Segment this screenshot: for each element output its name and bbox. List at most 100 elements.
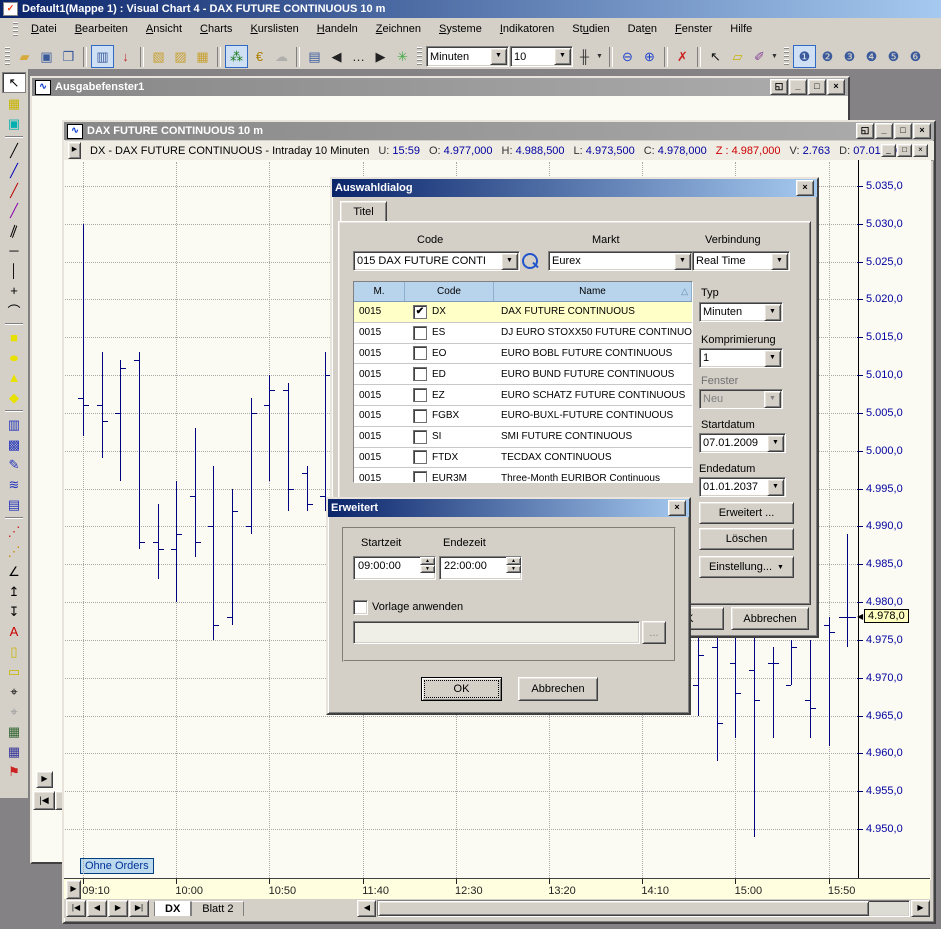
erweitert-close-button[interactable]: × xyxy=(668,500,686,516)
hscroll-right-button[interactable]: ▶ xyxy=(911,900,930,917)
nav-right-icon[interactable]: ▶ xyxy=(370,46,391,67)
menu-grip[interactable] xyxy=(13,22,18,36)
table-row-es[interactable]: 0015ESDJ EURO STOXX50 FUTURE CONTINUOUS xyxy=(354,323,692,344)
parallel-lines-tool-icon[interactable]: ∥ xyxy=(0,218,27,243)
code-combo[interactable]: 015 DAX FUTURE CONTI ▼ xyxy=(353,251,520,271)
hscroll-left-button[interactable]: ◀ xyxy=(357,900,376,917)
row-checkbox[interactable] xyxy=(413,367,427,381)
open-icon[interactable]: ▰ xyxy=(14,46,35,67)
open-workspace-icon[interactable]: ▨ xyxy=(170,46,191,67)
row-checkbox[interactable] xyxy=(413,346,427,360)
row-checkbox[interactable]: ✔ xyxy=(413,305,427,319)
sheet-tab-blatt-2[interactable]: Blatt 2 xyxy=(191,901,244,916)
horizontal-line-tool-icon[interactable]: ─ xyxy=(3,241,25,260)
symbols-table-header[interactable]: M. Code Name △ xyxy=(354,282,692,302)
open-table-icon[interactable]: ▦ xyxy=(192,46,213,67)
table-row-si[interactable]: 0015SISMI FUTURE CONTINUOUS xyxy=(354,427,692,448)
auswahl-abbrechen-button[interactable]: Abbrechen xyxy=(731,607,809,630)
endedatum-combo[interactable]: 01.01.2037 ▼ xyxy=(699,477,786,497)
box-shape-tool-icon[interactable]: ▣ xyxy=(3,114,25,133)
compression-combo-arrow[interactable]: ▼ xyxy=(554,48,571,65)
window-2-icon[interactable]: ❷ xyxy=(817,46,838,67)
diamond-tool-icon[interactable]: ◆ xyxy=(3,388,25,407)
hscroll-track[interactable] xyxy=(377,900,910,917)
pointer-label-icon[interactable]: ▱ xyxy=(727,46,748,67)
vertical-line-tool-icon[interactable]: │ xyxy=(3,261,25,280)
fan-tool-icon[interactable]: ≋ xyxy=(3,475,25,494)
window-1-icon[interactable]: ❶ xyxy=(793,45,816,68)
komprimierung-combo-arrow[interactable]: ▼ xyxy=(764,350,781,367)
table-row-eur3m[interactable]: 0015EUR3MThree-Month EURIBOR Continuous xyxy=(354,468,692,483)
minimize-button[interactable]: _ xyxy=(875,123,893,139)
hscroll-thumb[interactable] xyxy=(378,901,868,916)
endezeit-spinner[interactable]: 22:00:00 ▲▼ xyxy=(439,556,522,580)
flag-tool-icon[interactable]: ⚑ xyxy=(3,762,25,781)
save-icon[interactable]: ▣ xyxy=(36,46,57,67)
menu-item-systeme[interactable]: Systeme xyxy=(431,20,490,38)
zoom-area-tool-icon[interactable]: ⌖ xyxy=(3,682,25,701)
pointer-tool-icon[interactable]: ↖ xyxy=(2,72,26,93)
maximize-button[interactable]: □ xyxy=(808,79,826,95)
loeschen-button[interactable]: Löschen xyxy=(699,528,794,550)
pointer-icon[interactable]: ↖ xyxy=(705,46,726,67)
komprimierung-combo[interactable]: 1 ▼ xyxy=(699,348,783,368)
dotted-trend-tool-icon[interactable]: ⋰ xyxy=(3,522,25,541)
window-5-icon[interactable]: ❺ xyxy=(883,46,904,67)
menu-item-studien[interactable]: Studien xyxy=(564,20,617,38)
typ-combo[interactable]: Minuten ▼ xyxy=(699,302,783,322)
minimize-button[interactable]: _ xyxy=(789,79,807,95)
endezeit-up-button[interactable]: ▲ xyxy=(506,557,521,565)
copy-chart-tool-icon[interactable]: ▦ xyxy=(3,722,25,741)
close-button[interactable]: × xyxy=(913,144,928,157)
copy-chart2-tool-icon[interactable]: ▦ xyxy=(3,742,25,761)
startdatum-combo-arrow[interactable]: ▼ xyxy=(767,435,784,452)
tab-nav-2[interactable]: ▶ xyxy=(108,900,128,917)
menu-item-fenster[interactable]: Fenster xyxy=(667,20,720,38)
link-tool-icon[interactable]: ✳ xyxy=(392,46,413,67)
row-checkbox[interactable] xyxy=(413,430,427,444)
menu-item-zeichnen[interactable]: Zeichnen xyxy=(368,20,429,38)
new-chart-icon[interactable]: ▥ xyxy=(91,45,114,68)
markt-combo[interactable]: Eurex ▼ xyxy=(548,251,693,271)
startdatum-combo[interactable]: 07.01.2009 ▼ xyxy=(699,433,786,453)
menu-item-indikatoren[interactable]: Indikatoren xyxy=(492,20,562,38)
tab-nav-1[interactable]: ◀ xyxy=(87,900,107,917)
properties-icon[interactable]: ▤ xyxy=(304,46,325,67)
compression-combo[interactable]: 10▼ xyxy=(510,46,573,67)
startzeit-down-button[interactable]: ▼ xyxy=(420,565,435,573)
text-tool-icon[interactable]: A xyxy=(3,622,25,641)
window-3-icon[interactable]: ❸ xyxy=(839,46,860,67)
table-row-eo[interactable]: 0015EOEURO BOBL FUTURE CONTINUOUS xyxy=(354,344,692,365)
window-6-icon[interactable]: ❻ xyxy=(905,46,926,67)
menu-item-bearbeiten[interactable]: Bearbeiten xyxy=(67,20,136,38)
symbols-table[interactable]: M. Code Name △ 0015✔DXDAX FUTURE CONTINU… xyxy=(353,281,693,483)
typ-combo-arrow[interactable]: ▼ xyxy=(764,304,781,321)
notes-box-tool-icon[interactable]: ▤ xyxy=(3,495,25,514)
output-scroll-right-button[interactable]: ▶ xyxy=(36,771,53,788)
table-row-dx[interactable]: 0015✔DXDAX FUTURE CONTINUOUS xyxy=(354,302,692,323)
erweitert-ok-button[interactable]: OK xyxy=(421,677,502,701)
browse-button[interactable]: ... xyxy=(642,621,666,644)
arrow-up-tool-icon[interactable]: ↥ xyxy=(3,582,25,601)
key-euro-icon[interactable]: € xyxy=(249,46,270,67)
save-all-icon[interactable]: ❒ xyxy=(58,46,79,67)
table-row-ftdx[interactable]: 0015FTDXTECDAX CONTINUOUS xyxy=(354,448,692,469)
template-input[interactable] xyxy=(353,621,640,644)
horizontal-zone-tool-icon[interactable]: ▭ xyxy=(3,662,25,681)
menu-item-charts[interactable]: Charts xyxy=(192,20,240,38)
output-scroll-first-button[interactable]: |◀ xyxy=(33,791,55,810)
code-combo-arrow[interactable]: ▼ xyxy=(501,253,518,270)
dotted-multi-tool-icon[interactable]: ⋰ xyxy=(3,542,25,561)
bar-style-icon[interactable]: ╫ xyxy=(574,46,595,67)
window-4-icon[interactable]: ❹ xyxy=(861,46,882,67)
tab-nav-0[interactable]: |◀ xyxy=(66,900,86,917)
row-checkbox[interactable] xyxy=(413,326,427,340)
erweitert-button[interactable]: Erweitert ... xyxy=(699,502,794,524)
verbindung-combo-arrow[interactable]: ▼ xyxy=(771,253,788,270)
trendline-blue-tool-icon[interactable]: ╱ xyxy=(3,161,25,180)
auswahl-close-button[interactable]: × xyxy=(796,180,814,196)
two-bars-tool-icon[interactable]: ▥ xyxy=(3,415,25,434)
marker-pen-icon-arrow[interactable]: ▼ xyxy=(771,53,780,60)
bar-style-icon-arrow[interactable]: ▼ xyxy=(596,53,605,60)
open-chart-icon[interactable]: ▧ xyxy=(148,46,169,67)
